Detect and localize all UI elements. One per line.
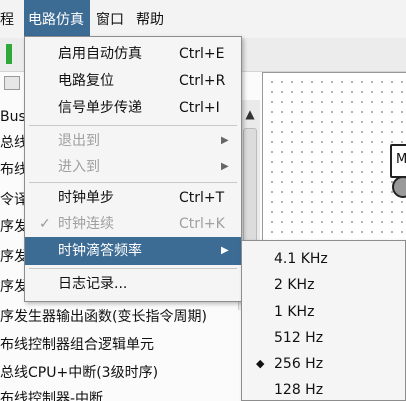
menu-item-shortcut: Ctrl+K: [179, 216, 225, 232]
freq-option[interactable]: 4.1 KHz: [242, 246, 406, 272]
menu-item-circuit-reset[interactable]: 电路复位 Ctrl+R: [25, 67, 241, 95]
menu-item-enable-auto-sim[interactable]: 启用自动仿真 Ctrl+E: [25, 40, 241, 68]
circuit-component[interactable]: M: [390, 144, 406, 178]
menu-item-label: 进入到: [58, 159, 100, 175]
freq-option-label: 4.1 KHz: [274, 251, 328, 267]
freq-option[interactable]: 128 Hz: [242, 377, 406, 401]
menu-item-label: 启用自动仿真: [58, 46, 142, 62]
explorer-item[interactable]: 总线CPU+中断(3级时序): [0, 360, 240, 386]
tick-frequency-submenu: 4.1 KHz 2 KHz 1 KHz 512 Hz ◆ 256 Hz 128 …: [241, 240, 406, 401]
menu-project[interactable]: 工程: [0, 0, 24, 38]
menu-item-clock-step[interactable]: 时钟单步 Ctrl+T: [25, 184, 241, 212]
freq-option[interactable]: 1 KHz: [242, 299, 406, 325]
check-icon: ✓: [39, 216, 51, 232]
menu-item-clock-continuous[interactable]: ✓ 时钟连续 Ctrl+K: [25, 210, 241, 238]
submenu-arrow-icon: ▶: [221, 161, 229, 172]
freq-option-label: 1 KHz: [274, 304, 315, 320]
scroll-up-icon[interactable]: ▲: [242, 106, 258, 122]
freq-option-label: 512 Hz: [274, 330, 324, 346]
menu-help-label: 帮助: [136, 12, 164, 28]
menu-separator: [29, 125, 237, 126]
menu-item-label: 时钟连续: [58, 216, 114, 232]
freq-option-label: 128 Hz: [274, 382, 324, 398]
menu-item-signal-step[interactable]: 信号单步传递 Ctrl+I: [25, 94, 241, 122]
freq-option-selected[interactable]: ◆ 256 Hz: [242, 351, 406, 377]
menu-project-label: 工程: [0, 12, 14, 28]
menu-item-shortcut: Ctrl+I: [179, 100, 220, 116]
submenu-arrow-icon: ▶: [221, 245, 229, 256]
freq-option[interactable]: 2 KHz: [242, 272, 406, 298]
menu-item-label: 退出到: [58, 133, 100, 149]
explorer-item[interactable]: 布线控制器组合逻辑单元: [0, 332, 240, 358]
menu-simulate-label: 电路仿真: [28, 12, 84, 28]
radio-selected-icon: ◆: [256, 357, 265, 370]
menu-item-label: 电路复位: [58, 73, 114, 89]
menu-item-enter-to[interactable]: 进入到 ▶: [25, 153, 241, 181]
freq-option[interactable]: 512 Hz: [242, 325, 406, 351]
submenu-arrow-icon: ▶: [221, 135, 229, 146]
component-label: M: [396, 152, 406, 167]
explorer-tool-icon[interactable]: [4, 76, 20, 90]
menu-help[interactable]: 帮助: [130, 0, 170, 38]
menu-item-label: 时钟单步: [58, 190, 114, 206]
toolbar-green-tool[interactable]: [6, 44, 12, 64]
menu-item-exit-to[interactable]: 退出到 ▶: [25, 127, 241, 155]
menu-window[interactable]: 窗口: [90, 0, 130, 38]
menu-window-label: 窗口: [96, 12, 124, 28]
menu-item-label: 信号单步传递: [58, 100, 142, 116]
menu-item-shortcut: Ctrl+T: [179, 190, 225, 206]
menu-separator: [29, 268, 237, 269]
simulate-menu: 启用自动仿真 Ctrl+E 电路复位 Ctrl+R 信号单步传递 Ctrl+I …: [24, 36, 242, 302]
explorer-item[interactable]: 序发生器输出函数(变长指令周期): [0, 304, 240, 330]
freq-option-label: 2 KHz: [274, 277, 315, 293]
menu-item-tick-frequency[interactable]: 时钟滴答频率 ▶: [25, 237, 241, 265]
menu-item-label: 日志记录...: [58, 276, 128, 292]
menu-item-label: 时钟滴答频率: [58, 243, 142, 259]
menu-item-shortcut: Ctrl+E: [179, 46, 225, 62]
freq-option-label: 256 Hz: [274, 356, 324, 372]
menu-item-logging[interactable]: 日志记录...: [25, 270, 241, 298]
menu-bar: 工程 电路仿真 窗口 帮助: [0, 0, 406, 38]
scroll-thumb[interactable]: [243, 128, 257, 258]
explorer-item[interactable]: 布线控制器-中断: [0, 388, 240, 401]
menu-simulate[interactable]: 电路仿真: [24, 0, 90, 38]
menu-separator: [29, 182, 237, 183]
menu-item-shortcut: Ctrl+R: [179, 73, 226, 89]
